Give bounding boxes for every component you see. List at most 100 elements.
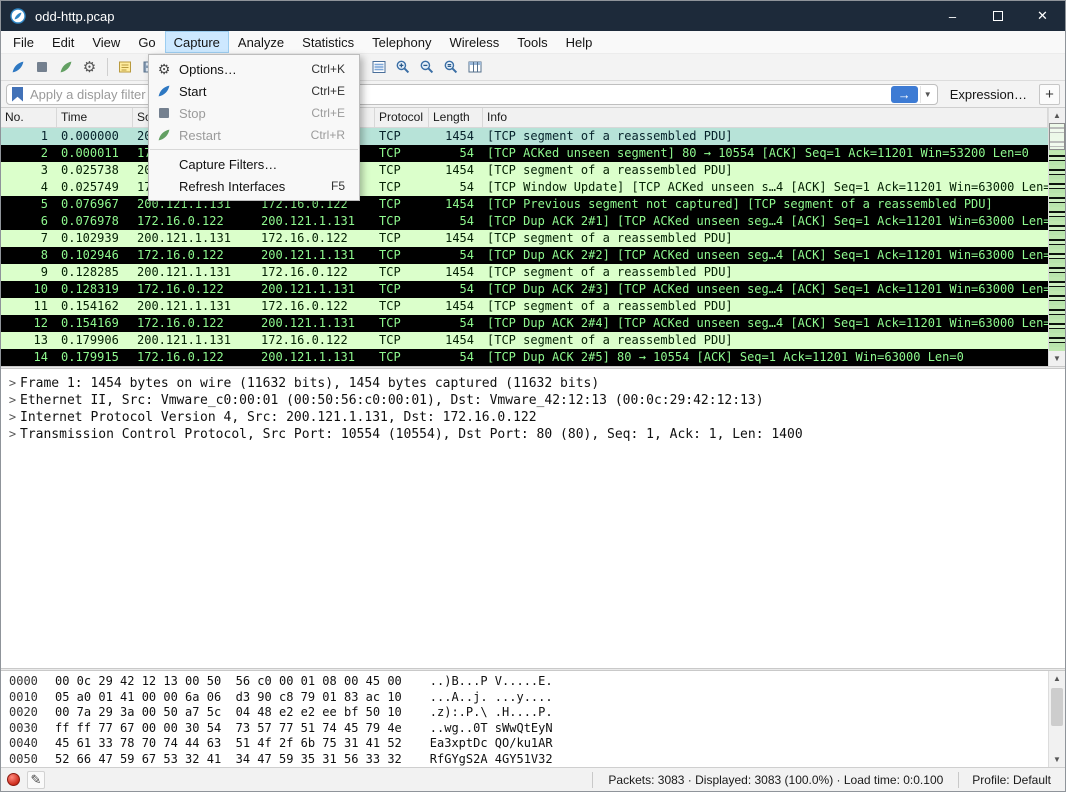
hex-dump-lines[interactable]: 000000 0c 29 42 12 13 00 50 56 c0 00 01 … [1,671,1048,767]
zoom-original-icon[interactable] [439,56,462,79]
column-header-time[interactable]: Time [57,108,133,127]
packet-list-scrollbar[interactable]: ▲ ▼ [1048,108,1065,366]
hex-line[interactable]: 0030ff ff 77 67 00 00 30 54 73 57 77 51 … [9,721,1048,737]
detail-line-text: Internet Protocol Version 4, Src: 200.12… [20,409,537,426]
expand-chevron-icon[interactable]: > [5,409,20,426]
filter-history-chevron-icon[interactable]: ▼ [920,86,935,103]
capture-menu-options[interactable]: ⚙Options…Ctrl+K [149,58,359,80]
detail-line[interactable]: >Frame 1: 1454 bytes on wire (11632 bits… [1,375,1065,392]
capture-menu-start[interactable]: StartCtrl+E [149,80,359,102]
column-header-info[interactable]: Info [483,108,1048,127]
detail-line[interactable]: >Ethernet II, Src: Vmware_c0:00:01 (00:5… [1,392,1065,409]
menu-item-shortcut: Ctrl+E [311,106,359,120]
expand-chevron-icon[interactable]: > [5,375,20,392]
zoom-out-icon[interactable] [415,56,438,79]
expand-chevron-icon[interactable]: > [5,426,20,443]
packet-row[interactable]: 70.102939200.121.1.131172.16.0.122TCP145… [1,230,1048,247]
menu-file[interactable]: File [4,31,43,53]
packet-cell: 5 [1,196,57,213]
packet-row[interactable]: 100.128319172.16.0.122200.121.1.131TCP54… [1,281,1048,298]
scroll-down-icon[interactable]: ▼ [1049,351,1065,366]
stop-capture-icon[interactable] [30,56,53,79]
expert-info-icon[interactable] [7,773,20,786]
capture-menu-capture-filters[interactable]: Capture Filters… [149,153,359,175]
profile-label[interactable]: Profile: Default [966,773,1059,787]
hex-offset: 0030 [9,721,55,737]
hex-scroll-up-icon[interactable]: ▲ [1049,671,1065,686]
menu-tools[interactable]: Tools [508,31,556,53]
hex-scrollbar-thumb[interactable] [1051,688,1063,726]
packet-row[interactable]: 60.076978172.16.0.122200.121.1.131TCP54[… [1,213,1048,230]
packet-cell: 200.121.1.131 [133,298,257,315]
intelligent-scrollbar-minimap[interactable] [1049,123,1065,351]
hex-line[interactable]: 001005 a0 01 41 00 00 6a 06 d3 90 c8 79 … [9,690,1048,706]
menu-edit[interactable]: Edit [43,31,83,53]
add-filter-button[interactable]: + [1039,84,1060,105]
packet-cell: [TCP segment of a reassembled PDU] [483,230,1048,247]
detail-line[interactable]: >Transmission Control Protocol, Src Port… [1,426,1065,443]
capture-options-icon[interactable]: ⚙ [78,56,101,79]
menu-telephony[interactable]: Telephony [363,31,440,53]
packet-cell: 1 [1,128,57,145]
capture-menu-refresh-interfaces[interactable]: Refresh InterfacesF5 [149,175,359,197]
packet-cell: [TCP ACKed unseen segment] 80 → 10554 [A… [483,145,1048,162]
scrollbar-thumb[interactable] [1049,123,1065,150]
packet-cell: 0.179915 [57,349,133,366]
hex-scrollbar[interactable]: ▲ ▼ [1048,671,1065,767]
menu-wireless[interactable]: Wireless [440,31,508,53]
packet-cell: 0.154162 [57,298,133,315]
hex-scroll-down-icon[interactable]: ▼ [1049,752,1065,767]
packet-row[interactable]: 140.179915172.16.0.122200.121.1.131TCP54… [1,349,1048,366]
hex-scroll-track[interactable] [1049,686,1065,752]
packet-cell: 0.076967 [57,196,133,213]
resize-columns-icon[interactable] [463,56,486,79]
bookmark-icon[interactable] [12,87,23,102]
apply-filter-button[interactable]: → [891,86,918,103]
packet-cell: 172.16.0.122 [257,332,375,349]
packet-row[interactable]: 80.102946172.16.0.122200.121.1.131TCP54[… [1,247,1048,264]
hex-ascii: ..)B...P V.....E. [430,674,553,690]
packet-list-view-icon[interactable] [367,56,390,79]
column-header-protocol[interactable]: Protocol [375,108,429,127]
packet-cell: 54 [429,315,483,332]
packet-cell: 1454 [429,128,483,145]
hex-line[interactable]: 004045 61 33 78 70 74 44 63 51 4f 2f 6b … [9,736,1048,752]
maximize-button[interactable] [975,1,1020,31]
close-button[interactable]: ✕ [1020,1,1065,31]
column-header-no[interactable]: No. [1,108,57,127]
column-header-length[interactable]: Length [429,108,483,127]
minimize-button[interactable]: – [930,1,975,31]
zoom-in-icon[interactable] [391,56,414,79]
menu-statistics[interactable]: Statistics [293,31,363,53]
packet-cell: 54 [429,349,483,366]
packet-cell: TCP [375,281,429,298]
detail-line-text: Ethernet II, Src: Vmware_c0:00:01 (00:50… [20,392,764,409]
packet-cell: [TCP Previous segment not captured] [TCP… [483,196,1048,213]
display-filter-field[interactable]: → ▼ [6,84,938,105]
hex-line[interactable]: 002000 7a 29 3a 00 50 a7 5c 04 48 e2 e2 … [9,705,1048,721]
menu-analyze[interactable]: Analyze [229,31,293,53]
packet-row[interactable]: 110.154162200.121.1.131172.16.0.122TCP14… [1,298,1048,315]
packet-row[interactable]: 130.179906200.121.1.131172.16.0.122TCP14… [1,332,1048,349]
capture-comment-icon[interactable]: ✎ [27,771,45,789]
packet-details: >Frame 1: 1454 bytes on wire (11632 bits… [1,369,1065,668]
menu-help[interactable]: Help [557,31,602,53]
start-capture-icon[interactable] [6,56,29,79]
restart-capture-icon[interactable] [54,56,77,79]
packet-row[interactable]: 120.154169172.16.0.122200.121.1.131TCP54… [1,315,1048,332]
packet-row[interactable]: 90.128285200.121.1.131172.16.0.122TCP145… [1,264,1048,281]
menu-view[interactable]: View [83,31,129,53]
menu-item-shortcut: F5 [331,179,359,193]
scroll-up-icon[interactable]: ▲ [1049,108,1065,123]
menu-go[interactable]: Go [129,31,164,53]
expand-chevron-icon[interactable]: > [5,392,20,409]
open-capture-icon[interactable] [113,56,136,79]
packet-cell: 172.16.0.122 [133,247,257,264]
packet-cell: 0.128285 [57,264,133,281]
menu-capture[interactable]: Capture [165,31,229,53]
expression-button[interactable]: Expression… [944,87,1033,102]
hex-line[interactable]: 000000 0c 29 42 12 13 00 50 56 c0 00 01 … [9,674,1048,690]
detail-line[interactable]: >Internet Protocol Version 4, Src: 200.1… [1,409,1065,426]
packet-cell: 1454 [429,196,483,213]
hex-line[interactable]: 005052 66 47 59 67 53 32 41 34 47 59 35 … [9,752,1048,768]
